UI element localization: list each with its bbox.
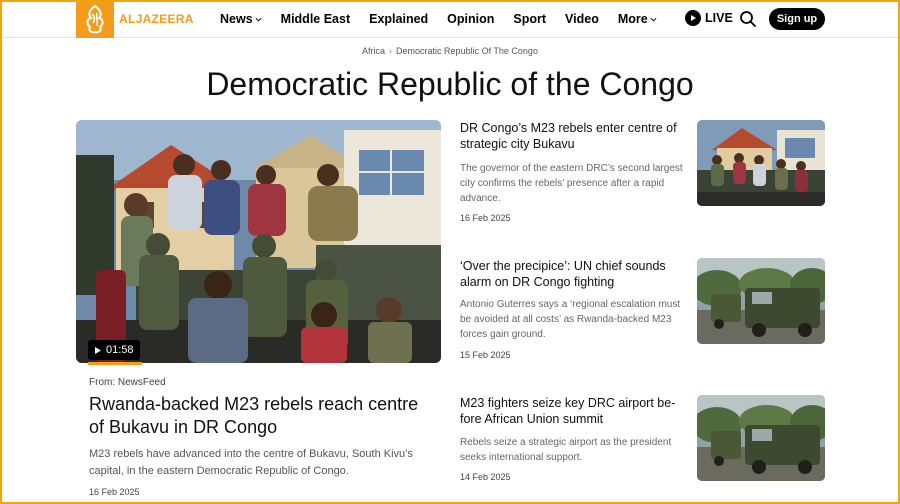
breadcrumb: Africa › Democratic Republic Of The Congo [0, 46, 900, 56]
featured-source: From: NewsFeed [89, 377, 166, 388]
chevron-right-icon: › [389, 46, 393, 56]
nav-middle-east[interactable]: Middle East [281, 12, 350, 26]
nav-sport[interactable]: Sport [513, 12, 546, 26]
breadcrumb-africa[interactable]: Africa [362, 46, 385, 56]
story-summary: Rebels seize a strategic airport as the … [460, 437, 672, 463]
story-thumbnail[interactable] [697, 258, 825, 344]
nav-explained-label: Explained [369, 12, 429, 26]
nav-news[interactable]: News [220, 12, 262, 26]
story-headline[interactable]: DR Congo’s M23 rebels enter centre of st… [460, 120, 685, 152]
story-headline[interactable]: M23 fighters seize key DRC airport be-fo… [460, 395, 685, 427]
live-label: LIVE [705, 11, 733, 25]
page-title: Democratic Republic of the Congo [206, 66, 694, 102]
featured-date: 16 Feb 2025 [89, 487, 140, 497]
main-nav: News Middle East Explained Opinion Sport… [220, 0, 676, 38]
story-date: 14 Feb 2025 [460, 472, 511, 482]
nav-more-label: More [617, 12, 648, 26]
nav-opinion[interactable]: Opinion [447, 12, 494, 26]
nav-opinion-label: Opinion [447, 12, 495, 26]
featured-summary: M23 rebels have advanced into the centre… [89, 448, 413, 477]
video-accent-bar [88, 362, 142, 365]
nav-video-label: Video [565, 12, 599, 26]
story-date: 16 Feb 2025 [460, 213, 511, 223]
video-duration: 01:58 [106, 344, 134, 356]
nav-more[interactable]: More [618, 12, 657, 26]
chevron-down-icon [255, 17, 262, 22]
sign-up-button[interactable]: Sign up [769, 8, 825, 30]
video-duration-badge[interactable]: 01:58 [88, 340, 140, 360]
featured-headline[interactable]: Rwanda-backed M23 rebels reach centre of… [89, 393, 429, 439]
chevron-down-icon [650, 17, 657, 22]
featured-video-thumbnail[interactable] [76, 120, 441, 363]
story-thumbnail[interactable] [697, 395, 825, 481]
story-thumbnail[interactable] [697, 120, 825, 206]
nav-explained[interactable]: Explained [369, 12, 428, 26]
logo-wordmark: ALJAZEERA [119, 12, 194, 26]
story-date: 15 Feb 2025 [460, 350, 511, 360]
nav-news-label: News [220, 12, 253, 26]
live-button[interactable]: LIVE [685, 10, 733, 26]
story-summary: The governor of the eastern DRC’s second… [460, 163, 683, 204]
site-logo[interactable]: ALJAZEERA [76, 0, 194, 38]
site-header: ALJAZEERA News Middle East Explained Opi… [0, 0, 900, 38]
search-icon[interactable] [739, 10, 757, 28]
logo-emblem-icon [76, 0, 114, 38]
play-icon [685, 10, 701, 26]
nav-sport-label: Sport [513, 12, 547, 26]
play-icon [95, 346, 101, 354]
nav-video[interactable]: Video [565, 12, 599, 26]
breadcrumb-drc[interactable]: Democratic Republic Of The Congo [396, 46, 538, 56]
story-headline[interactable]: ‘Over the precipice’: UN chief sounds al… [460, 258, 685, 290]
nav-middle-east-label: Middle East [280, 12, 351, 26]
story-summary: Antonio Guterres says a ‘regional escala… [460, 299, 681, 340]
